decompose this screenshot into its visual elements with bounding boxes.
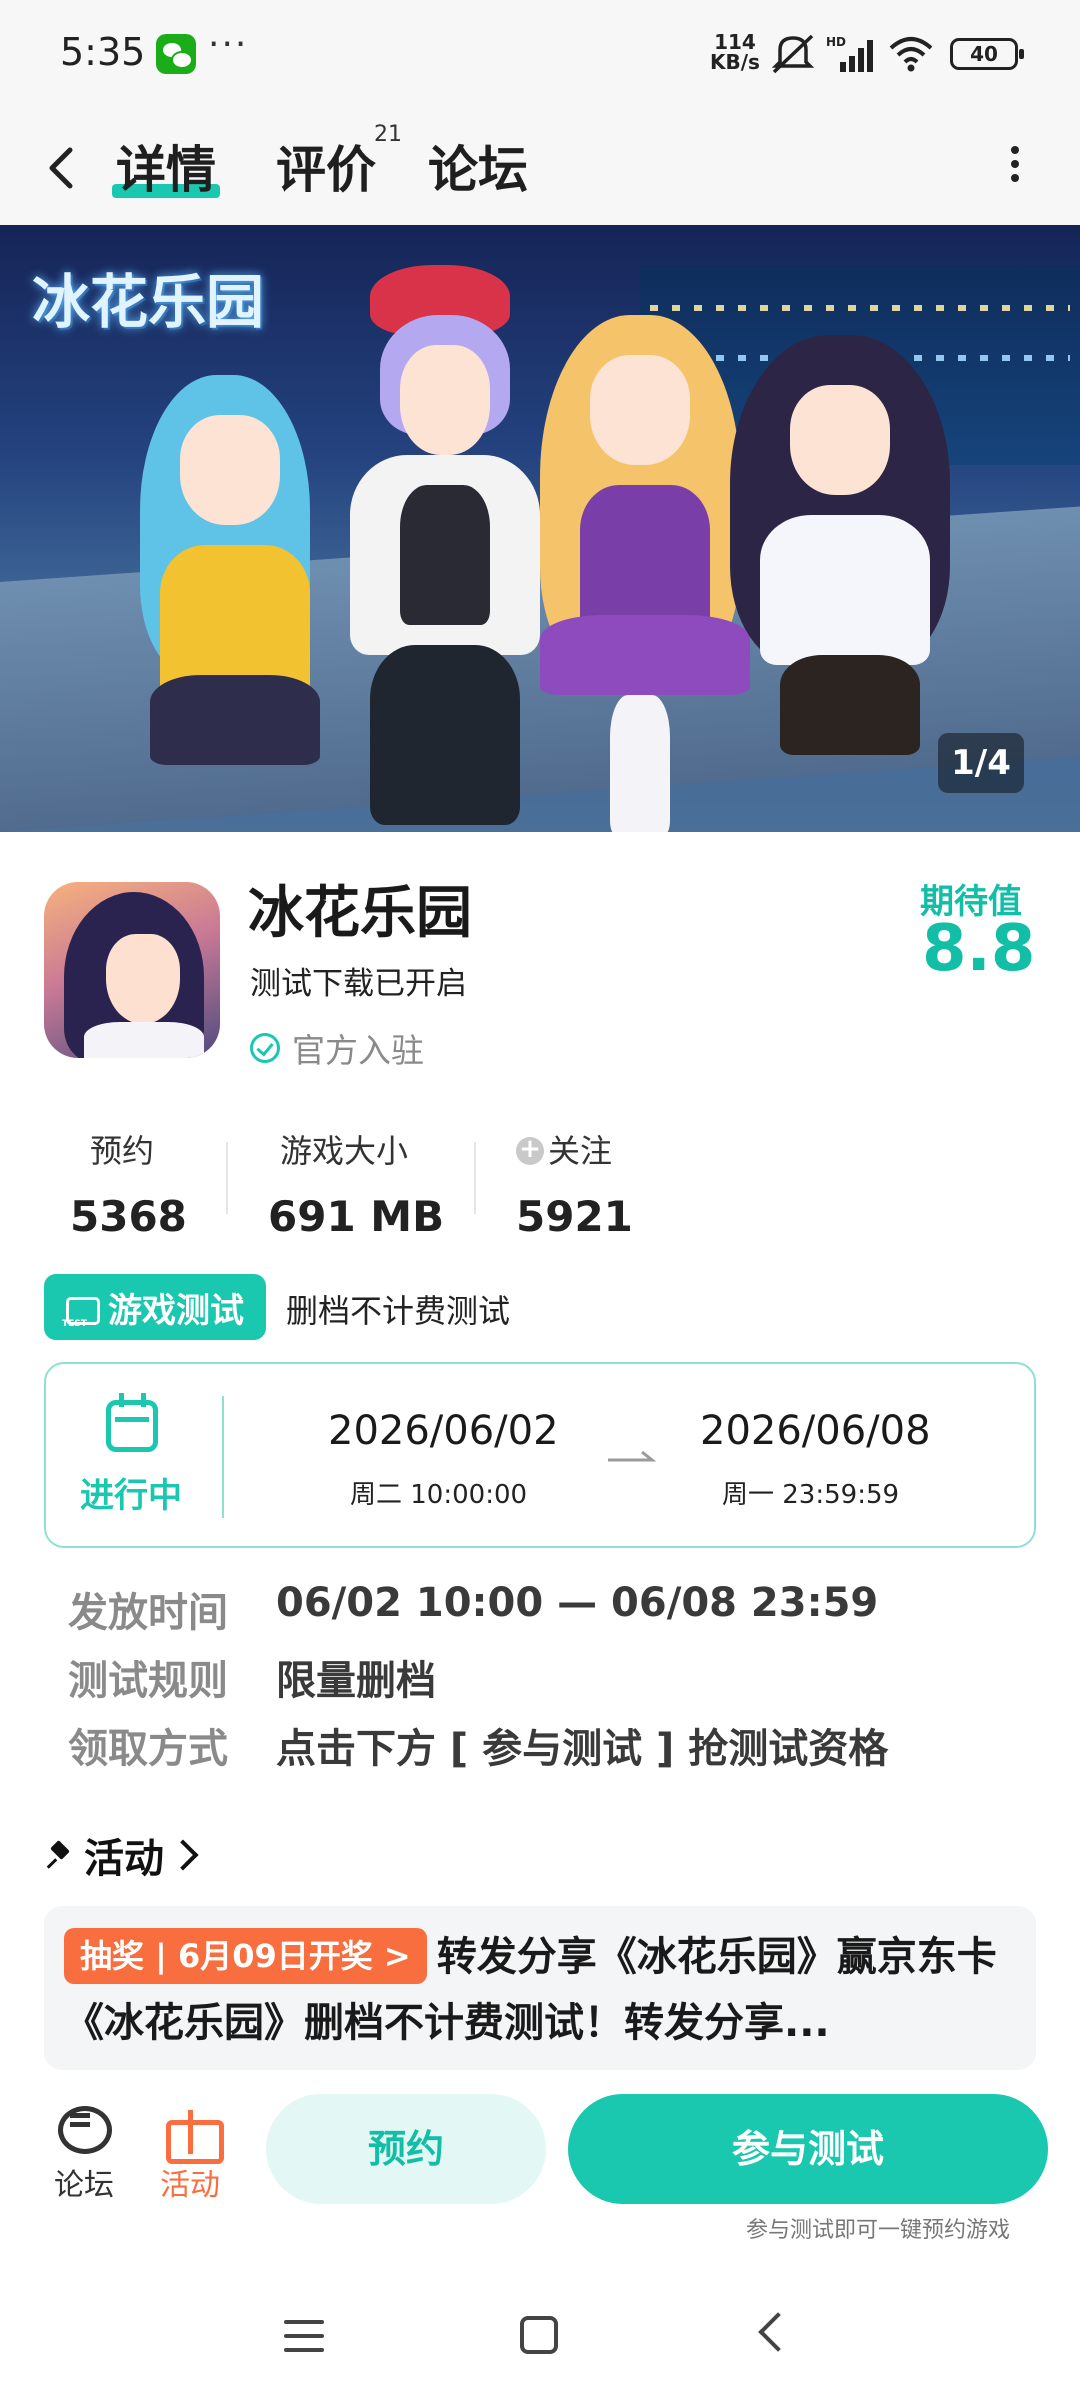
lottery-tag: 抽奖 | 6月09日开奖 >	[64, 1928, 427, 1984]
detail-label: 测试规则	[68, 1658, 228, 1704]
status-bar: 5:35 ··· 114 KB/s HD 40	[0, 0, 1080, 110]
top-nav: 详情 评价 21 论坛	[0, 110, 1080, 225]
card-divider	[222, 1396, 224, 1518]
pin-icon	[44, 1840, 74, 1870]
forum-icon	[58, 2106, 112, 2154]
network-speed-value: 114	[714, 30, 756, 54]
page-indicator: 1/4	[938, 733, 1024, 793]
test-schedule-card: 进行中 2026/06/02 周二 10:00:00 2026/06/08 周一…	[44, 1362, 1036, 1548]
test-badge-label: 游戏测试	[108, 1290, 244, 1331]
status-time: 5:35	[60, 30, 146, 74]
test-end-time: 周一 23:59:59	[722, 1480, 900, 1510]
test-description: 删档不计费测试	[286, 1292, 511, 1330]
detail-test-rules: 测试规则 限量删档	[68, 1648, 436, 1706]
check-circle-icon	[250, 1033, 280, 1063]
official-label: 官方入驻	[292, 1031, 424, 1070]
forum-label: 论坛	[54, 2168, 114, 2203]
test-icon	[62, 1289, 100, 1329]
stat-label: 关注	[548, 1132, 613, 1170]
follow-button[interactable]: 关注	[516, 1126, 633, 1172]
reviews-count-badge: 21	[374, 122, 402, 147]
reserve-button[interactable]: 预约	[266, 2094, 546, 2204]
calendar-icon	[106, 1393, 158, 1452]
test-start-date: 2026/06/02	[328, 1408, 559, 1454]
detail-value: 点击下方 [ 参与测试 ] 抢测试资格	[276, 1726, 889, 1772]
back-button[interactable]	[40, 128, 90, 208]
signal-icon: HD	[826, 35, 873, 72]
join-test-hint: 参与测试即可一键预约游戏	[746, 2218, 1011, 2243]
home-button[interactable]	[520, 2316, 558, 2354]
stat-divider	[474, 1142, 476, 1214]
stat-game-size: 游戏大小 691 MB	[268, 1126, 444, 1232]
stat-divider	[226, 1142, 228, 1214]
stat-follows[interactable]: 关注 5921	[516, 1126, 633, 1232]
game-subtitle: 测试下载已开启	[250, 966, 467, 1002]
detail-value: 限量删档	[276, 1658, 436, 1704]
detail-value: 06/02 10:00 — 06/08 23:59	[276, 1580, 879, 1626]
detail-label: 发放时间	[68, 1590, 228, 1636]
hero-logo: 冰花乐园	[32, 268, 265, 336]
official-badge: 官方入驻	[250, 1024, 424, 1072]
chevron-right-icon	[167, 1839, 199, 1871]
stat-reservations: 预约 5368	[70, 1126, 187, 1232]
test-end-date: 2026/06/08	[700, 1408, 931, 1454]
wifi-icon	[889, 37, 933, 72]
activity-label: 活动	[160, 2168, 220, 2203]
detail-label: 领取方式	[68, 1726, 228, 1772]
mute-icon	[771, 34, 815, 74]
network-speed: 114 KB/s	[710, 32, 760, 72]
character-police	[720, 335, 970, 832]
wechat-notification-icon	[156, 34, 196, 74]
follow-plus-icon	[516, 1134, 544, 1165]
more-options-button[interactable]	[1000, 140, 1030, 200]
activity-section-header[interactable]: 活动	[44, 1826, 199, 1884]
activity-card[interactable]: 抽奖 | 6月09日开奖 > 转发分享《冰花乐园》赢京东卡 《冰花乐园》删档不计费…	[44, 1906, 1036, 2070]
stat-value: 691 MB	[268, 1192, 445, 1232]
battery-icon: 40	[950, 38, 1024, 70]
detail-release-time: 发放时间 06/02 10:00 — 06/08 23:59	[68, 1580, 878, 1638]
game-title: 冰花乐园	[248, 881, 472, 946]
tab-reviews[interactable]: 评价	[276, 130, 376, 202]
forum-button[interactable]: 论坛	[44, 2106, 124, 2204]
test-start-time: 周二 10:00:00	[350, 1480, 528, 1510]
expect-score: 8.8	[922, 912, 1036, 986]
tab-forum[interactable]: 论坛	[428, 130, 528, 202]
stat-label: 游戏大小	[280, 1132, 409, 1170]
test-status: 进行中	[80, 1476, 182, 1516]
game-test-badge: 游戏测试	[44, 1274, 266, 1340]
system-back-button[interactable]	[758, 2312, 798, 2352]
activity-button[interactable]: 活动	[150, 2106, 230, 2204]
tab-details[interactable]: 详情	[112, 130, 220, 202]
game-app-icon	[44, 882, 220, 1058]
stat-label: 预约	[90, 1132, 155, 1170]
join-test-button[interactable]: 参与测试	[568, 2094, 1048, 2204]
more-notifications-icon: ···	[208, 24, 249, 65]
character-blue-hair	[120, 375, 350, 832]
arrow-right-icon	[608, 1450, 656, 1462]
network-speed-unit: KB/s	[710, 50, 760, 74]
system-navigation-bar	[0, 2280, 1080, 2400]
stat-value: 5921	[516, 1192, 633, 1232]
recent-apps-button[interactable]	[284, 2320, 324, 2356]
stat-value: 5368	[70, 1192, 187, 1232]
gift-icon	[164, 2106, 224, 2164]
detail-claim-method: 领取方式 点击下方 [ 参与测试 ] 抢测试资格	[68, 1716, 888, 1774]
signal-hd-label: HD	[826, 35, 846, 49]
hero-banner[interactable]: 冰花乐园 1/4	[0, 225, 1080, 832]
activity-title: 活动	[84, 1836, 164, 1882]
